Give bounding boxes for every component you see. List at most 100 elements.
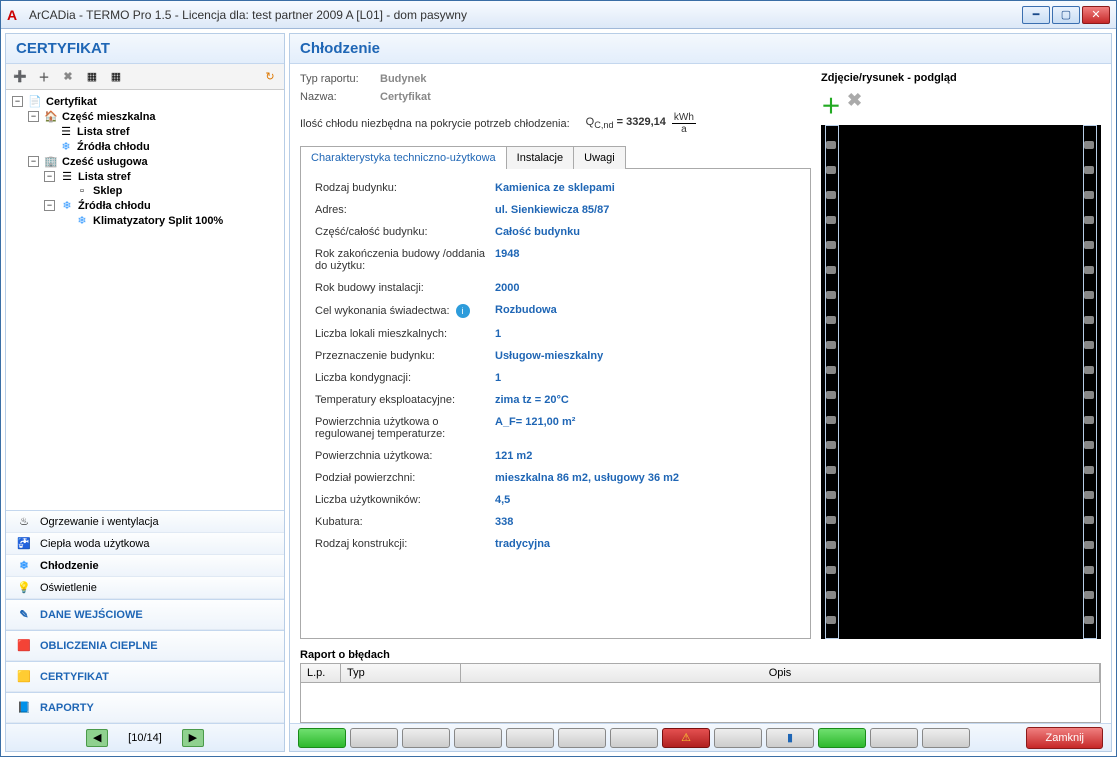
tree-item[interactable]: Lista stref	[77, 126, 130, 138]
grid1-icon[interactable]: ▦	[82, 67, 102, 87]
maximize-button[interactable]: ▢	[1052, 6, 1080, 24]
status-segment[interactable]	[870, 728, 918, 748]
property-value: zima tz = 20°C	[495, 394, 569, 406]
tab-notes[interactable]: Uwagi	[573, 146, 626, 169]
property-row: Przeznaczenie budynku:Usługow-mieszkalny	[315, 345, 796, 367]
property-row: Rodzaj konstrukcji:tradycyjna	[315, 533, 796, 555]
nav-heating[interactable]: ♨Ogrzewanie i wentylacja	[6, 511, 284, 533]
errors-title: Raport o błędach	[300, 647, 1101, 663]
film-hole	[826, 591, 836, 599]
pager-prev-button[interactable]: ◀	[86, 729, 108, 747]
tab-characteristics[interactable]: Charakterystyka techniczno-użytkowa	[300, 146, 507, 169]
list-icon: ☰	[59, 170, 75, 183]
property-row: Liczba kondygnacji:1	[315, 367, 796, 389]
property-value: A_F= 121,00 m²	[495, 416, 575, 428]
nav-cooling[interactable]: ❄Chłodzenie	[6, 555, 284, 577]
property-label: Cel wykonania świadectwa:i	[315, 304, 495, 318]
status-warning-segment[interactable]: ⚠	[662, 728, 710, 748]
errors-col-typ: Typ	[341, 664, 461, 682]
tree-item[interactable]: Źródła chłodu	[78, 200, 151, 212]
module-calc[interactable]: 🟥OBLICZENIA CIEPLNE	[6, 630, 284, 661]
property-row: Temperatury eksploatacyjne:zima tz = 20°…	[315, 389, 796, 411]
film-hole	[826, 266, 836, 274]
preview-title: Zdjęcie/rysunek - podgląd	[821, 70, 1101, 86]
tree-toggle[interactable]: −	[12, 96, 23, 107]
film-hole	[1084, 216, 1094, 224]
add-icon[interactable]: ➕	[10, 67, 30, 87]
tree-item[interactable]: Źródła chłodu	[77, 141, 150, 153]
plus-icon[interactable]: ＋	[34, 67, 54, 87]
window-close-button[interactable]: ✕	[1082, 6, 1110, 24]
tree-root[interactable]: Certyfikat	[46, 96, 97, 108]
film-hole	[1084, 391, 1094, 399]
app-icon: A	[7, 7, 23, 23]
film-hole	[1084, 366, 1094, 374]
film-hole	[1084, 541, 1094, 549]
film-hole	[1084, 291, 1094, 299]
radiator-icon: ♨	[16, 515, 32, 528]
tree-item[interactable]: Część mieszkalna	[62, 111, 156, 123]
film-hole	[1084, 616, 1094, 624]
report-name-value: Certyfikat	[380, 91, 431, 103]
module-label: DANE WEJŚCIOWE	[40, 609, 143, 621]
property-value: Usługow-mieszkalny	[495, 350, 603, 362]
property-label: Liczba użytkowników:	[315, 494, 495, 506]
property-label: Adres:	[315, 204, 495, 216]
delete-icon[interactable]: ✖	[58, 67, 78, 87]
status-segment[interactable]	[714, 728, 762, 748]
module-input-data[interactable]: ✎DANE WEJŚCIOWE	[6, 599, 284, 630]
status-segment[interactable]	[558, 728, 606, 748]
pager-next-button[interactable]: ▶	[182, 729, 204, 747]
status-segment[interactable]	[298, 728, 346, 748]
tree-toggle[interactable]: −	[44, 200, 55, 211]
nav-lighting[interactable]: 💡Oświetlenie	[6, 577, 284, 599]
tree-item[interactable]: Cześć usługowa	[62, 156, 148, 168]
grid2-icon[interactable]: ▦	[106, 67, 126, 87]
nav-hotwater[interactable]: 🚰Ciepła woda użytkowa	[6, 533, 284, 555]
minimize-button[interactable]: ━	[1022, 6, 1050, 24]
status-segment[interactable]	[506, 728, 554, 748]
tree-item[interactable]: Sklep	[93, 185, 122, 197]
formula-symbol: Q	[586, 116, 595, 128]
module-certificate[interactable]: 🟨CERTYFIKAT	[6, 661, 284, 692]
tab-installations[interactable]: Instalacje	[506, 146, 574, 169]
module-label: CERTYFIKAT	[40, 671, 109, 683]
tree-toggle[interactable]: −	[28, 111, 39, 122]
status-segment[interactable]	[350, 728, 398, 748]
delete-image-button[interactable]: ✖	[847, 90, 862, 119]
film-hole	[1084, 316, 1094, 324]
pager: ◀ [10/14] ▶	[6, 723, 284, 751]
status-segment[interactable]	[610, 728, 658, 748]
status-doc-segment[interactable]: ▮	[766, 728, 814, 748]
refresh-icon[interactable]: ↻	[260, 67, 280, 87]
tree-toggle[interactable]: −	[28, 156, 39, 167]
property-row: Rok zakończenia budowy /oddania do użytk…	[315, 243, 796, 277]
calc-icon: 🟥	[16, 639, 32, 652]
errors-table[interactable]: L.p. Typ Opis	[300, 663, 1101, 723]
property-value: 1	[495, 372, 501, 384]
status-segment[interactable]	[922, 728, 970, 748]
property-row: Rok budowy instalacji:2000	[315, 277, 796, 299]
film-hole	[1084, 266, 1094, 274]
film-hole	[826, 291, 836, 299]
tree-toggle[interactable]: −	[44, 171, 55, 182]
close-button[interactable]: Zamknij	[1026, 727, 1103, 749]
property-row: Liczba lokali mieszkalnych:1	[315, 323, 796, 345]
status-segment[interactable]	[402, 728, 450, 748]
tree-item[interactable]: Lista stref	[78, 171, 131, 183]
status-segment[interactable]	[454, 728, 502, 748]
film-hole	[1084, 341, 1094, 349]
property-value: mieszkalna 86 m2, usługowy 36 m2	[495, 472, 679, 484]
tree-view[interactable]: −📄Certyfikat −🏠Część mieszkalna ☰Lista s…	[6, 90, 284, 510]
property-row: Część/całość budynku:Całość budynku	[315, 221, 796, 243]
status-segment[interactable]	[818, 728, 866, 748]
add-image-button[interactable]: ＋	[821, 90, 841, 119]
tree-item[interactable]: Klimatyzatory Split 100%	[93, 215, 223, 227]
pager-label: [10/14]	[128, 732, 162, 744]
formula-label: Ilość chłodu niezbędna na pokrycie potrz…	[300, 118, 570, 130]
info-icon[interactable]: i	[456, 304, 470, 318]
module-reports[interactable]: 📘RAPORTY	[6, 692, 284, 723]
property-value: 1948	[495, 248, 519, 260]
property-value: 2000	[495, 282, 519, 294]
errors-col-lp: L.p.	[301, 664, 341, 682]
